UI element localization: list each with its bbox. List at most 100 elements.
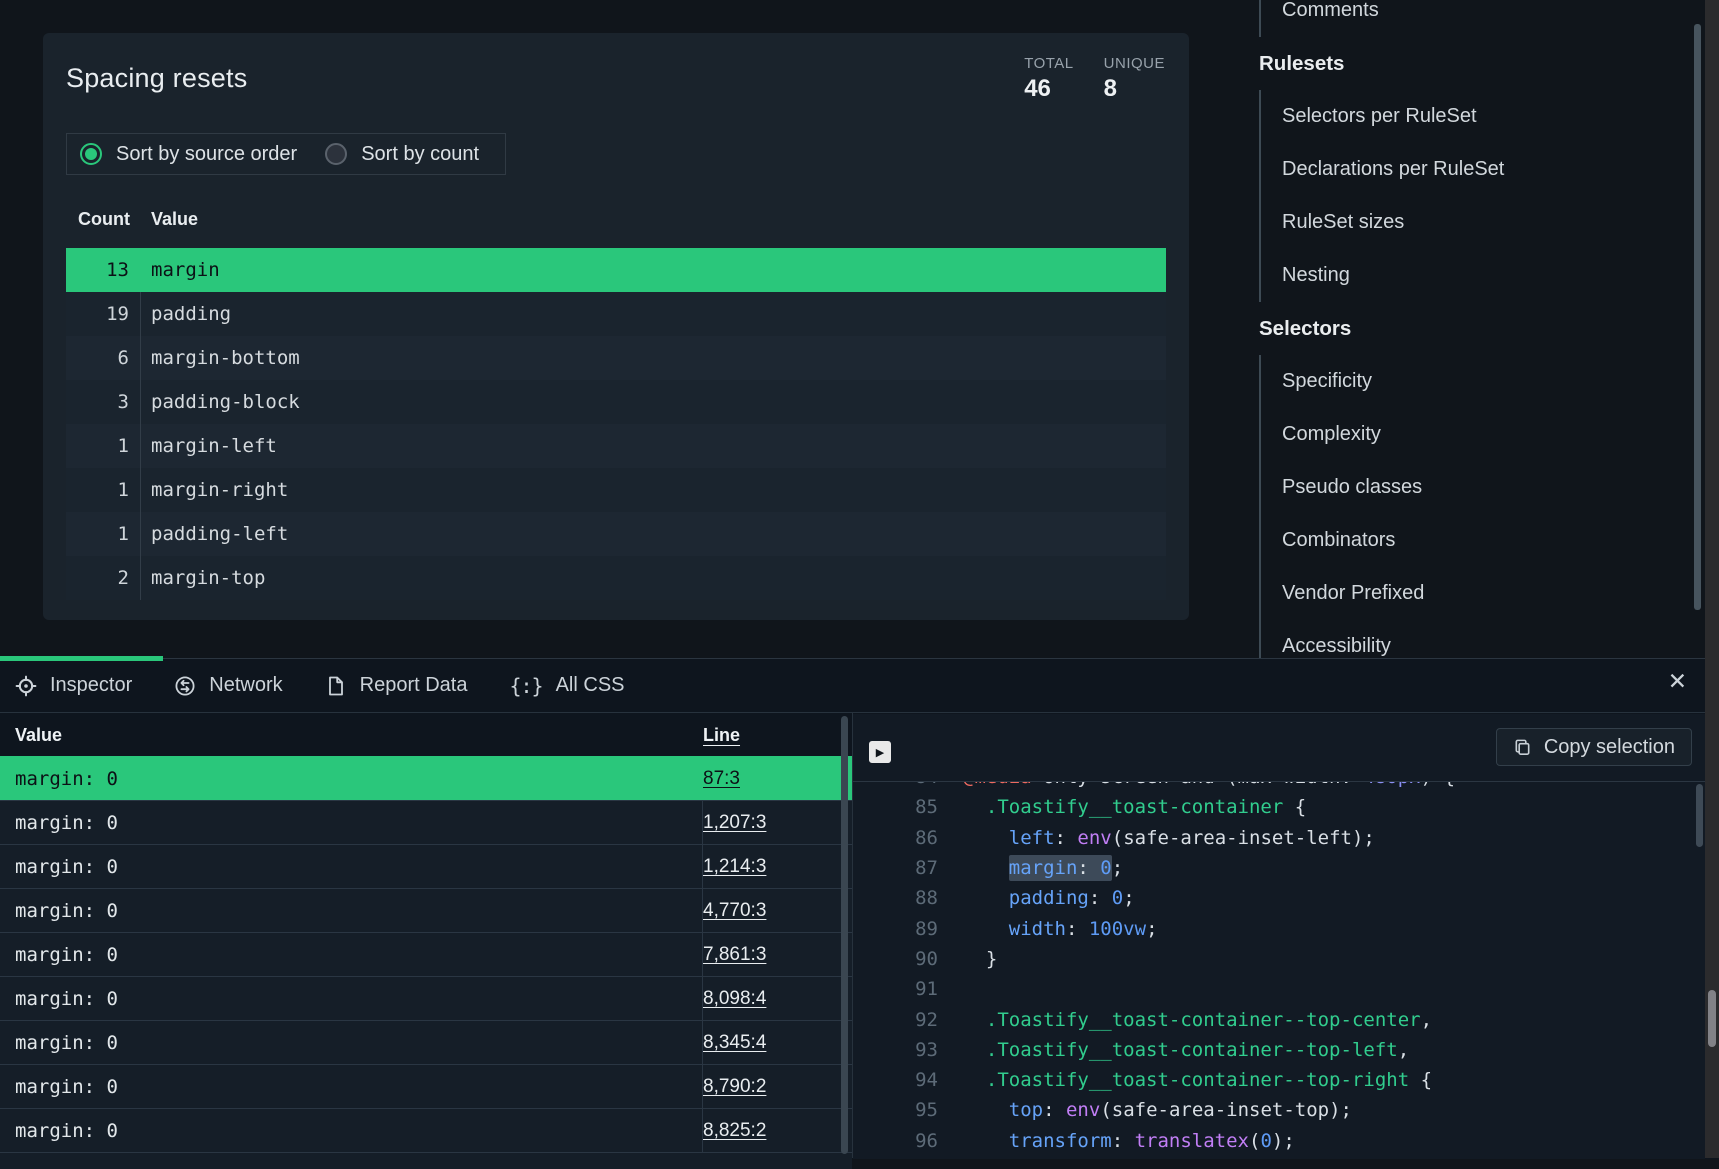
code-token: ;: [1146, 918, 1157, 940]
inspector-row[interactable]: margin: 01,207:3: [0, 800, 852, 844]
line-cell: 1,214:3: [702, 845, 852, 888]
code-token: .Toastify__toast-container--top-right: [986, 1069, 1409, 1091]
code-line: 93 .Toastify__toast-container--top-left,: [853, 1035, 1705, 1065]
inspector-row[interactable]: margin: 01,214:3: [0, 844, 852, 888]
declaration-value: margin: 0: [0, 1065, 702, 1108]
sort-by-source-order-radio[interactable]: Sort by source order: [80, 143, 297, 166]
inspector-row-partial: [0, 1152, 852, 1169]
sidebar-item-vendor-prefixed[interactable]: Vendor Prefixed: [1261, 567, 1689, 620]
window-scrollbar[interactable]: [1705, 0, 1719, 1158]
code-viewer: ▶ Copy selection 84@media only screen an…: [853, 714, 1705, 1159]
inspector-row[interactable]: margin: 08,790:2: [0, 1064, 852, 1108]
copy-selection-button[interactable]: Copy selection: [1496, 728, 1692, 766]
sidebar-group: Selectors per RuleSetDeclarations per Ru…: [1259, 90, 1689, 302]
sidebar-item-combinators[interactable]: Combinators: [1261, 514, 1689, 567]
document-icon: [325, 675, 347, 697]
tab-label: Network: [209, 674, 282, 697]
line-link[interactable]: 8,825:2: [703, 1120, 766, 1142]
line-number: 89: [853, 918, 938, 940]
code-text: padding: 0;: [938, 887, 1135, 909]
stat-total-value: 46: [1024, 75, 1073, 103]
inspector-row[interactable]: margin: 08,345:4: [0, 1020, 852, 1064]
code-text: .Toastify__toast-container--top-left,: [938, 1039, 1409, 1061]
line-link[interactable]: 8,790:2: [703, 1076, 766, 1098]
sidebar-item-pseudo-classes[interactable]: Pseudo classes: [1261, 461, 1689, 514]
line-link[interactable]: 4,770:3: [703, 900, 766, 922]
line-link[interactable]: 1,214:3: [703, 856, 766, 878]
code-token: ,: [1421, 1009, 1432, 1031]
sidebar-item-ruleset-sizes[interactable]: RuleSet sizes: [1261, 196, 1689, 249]
sidebar-scrollbar-thumb[interactable]: [1694, 24, 1701, 610]
table-row[interactable]: 13margin: [66, 248, 1166, 292]
sidebar-section-selectors[interactable]: Selectors: [1259, 302, 1689, 355]
table-row[interactable]: 1padding-left: [66, 512, 1166, 556]
tab-all-css[interactable]: {:}All CSS: [488, 674, 645, 698]
stat-unique-value: 8: [1104, 75, 1165, 103]
close-panel-button[interactable]: ✕: [1662, 669, 1693, 694]
table-row[interactable]: 19padding: [66, 292, 1166, 336]
inspector-row[interactable]: margin: 04,770:3: [0, 888, 852, 932]
table-row[interactable]: 1margin-left: [66, 424, 1166, 468]
tab-inspector[interactable]: Inspector: [0, 674, 153, 697]
code-text: margin: 0;: [938, 857, 1123, 879]
card-stats: TOTAL 46 UNIQUE 8: [1024, 55, 1165, 103]
code-token: margin: [1009, 857, 1078, 879]
value-header: Value: [0, 725, 703, 746]
value-column-header: Value: [141, 209, 198, 230]
sidebar-item-comments[interactable]: Comments: [1261, 0, 1689, 37]
spacing-resets-card: Spacing resets TOTAL 46 UNIQUE 8 Sort by…: [43, 33, 1189, 620]
code-text: left: env(safe-area-inset-left);: [938, 827, 1375, 849]
code-token: 0: [1112, 887, 1123, 909]
code-token: 0: [1260, 1130, 1271, 1152]
line-number: 86: [853, 827, 938, 849]
sort-by-count-label: Sort by count: [361, 143, 479, 166]
line-link[interactable]: 8,345:4: [703, 1032, 766, 1054]
tab-report-data[interactable]: Report Data: [304, 674, 489, 697]
sidebar-section-rulesets[interactable]: Rulesets: [1259, 37, 1689, 90]
code-token: top: [1009, 1099, 1043, 1121]
code-scroll-area[interactable]: 84@media only screen and (max-width: 480…: [853, 781, 1705, 1159]
row-count: 13: [66, 248, 141, 292]
line-sort-header[interactable]: Line: [703, 725, 852, 746]
code-text: .Toastify__toast-container--top-right {: [938, 1069, 1432, 1091]
sidebar-item-selectors-per-ruleset[interactable]: Selectors per RuleSet: [1261, 90, 1689, 143]
sidebar-item-specificity[interactable]: Specificity: [1261, 355, 1689, 408]
expand-panel-button[interactable]: ▶: [869, 741, 891, 763]
line-link[interactable]: 87:3: [703, 768, 740, 790]
window-scrollbar-thumb[interactable]: [1708, 990, 1716, 1047]
code-line: 86 left: env(safe-area-inset-left);: [853, 823, 1705, 853]
code-text: top: env(safe-area-inset-top);: [938, 1099, 1352, 1121]
row-value: padding-block: [141, 391, 300, 413]
line-link[interactable]: 1,207:3: [703, 812, 766, 834]
sidebar-item-complexity[interactable]: Complexity: [1261, 408, 1689, 461]
line-link[interactable]: 8,098:4: [703, 988, 766, 1010]
code-token: :: [1055, 827, 1078, 849]
radio-unselected-icon: [325, 143, 347, 165]
crosshair-icon: [15, 675, 37, 697]
declaration-value: margin: 0: [0, 1021, 702, 1064]
line-link[interactable]: 7,861:3: [703, 944, 766, 966]
table-row[interactable]: 2margin-top: [66, 556, 1166, 600]
inspector-row[interactable]: margin: 07,861:3: [0, 932, 852, 976]
table-row[interactable]: 1margin-right: [66, 468, 1166, 512]
line-number: 88: [853, 887, 938, 909]
code-token: [963, 918, 1009, 940]
sidebar-item-declarations-per-ruleset[interactable]: Declarations per RuleSet: [1261, 143, 1689, 196]
code-scrollbar-thumb[interactable]: [1696, 784, 1703, 847]
line-cell: 8,345:4: [702, 1021, 852, 1064]
inspector-row[interactable]: margin: 087:3: [0, 756, 852, 800]
inspector-table-scrollbar-thumb[interactable]: [841, 716, 848, 1154]
table-row[interactable]: 6margin-bottom: [66, 336, 1166, 380]
inspector-row[interactable]: margin: 08,825:2: [0, 1108, 852, 1152]
code-token: [963, 857, 1009, 879]
sort-by-count-radio[interactable]: Sort by count: [325, 143, 479, 166]
code-text: .Toastify__toast-container--top-center,: [938, 1009, 1432, 1031]
line-number: 92: [853, 1009, 938, 1031]
code-text: @media only screen and (max-width: 480px…: [938, 781, 1455, 788]
tab-network[interactable]: Network: [153, 674, 303, 697]
line-cell: 4,770:3: [702, 889, 852, 932]
table-row[interactable]: 3padding-block: [66, 380, 1166, 424]
sidebar-item-nesting[interactable]: Nesting: [1261, 249, 1689, 302]
code-token: translatex: [1135, 1130, 1249, 1152]
inspector-row[interactable]: margin: 08,098:4: [0, 976, 852, 1020]
